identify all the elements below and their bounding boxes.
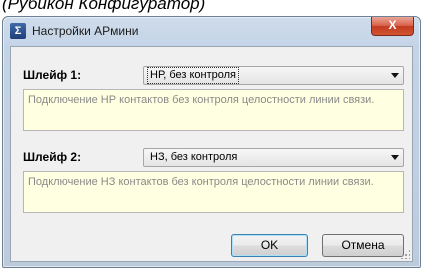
- loop1-selected-value: НР, без контроля: [146, 67, 240, 84]
- cancel-button[interactable]: Отмена: [322, 234, 404, 257]
- window-title: Настройки АРмини: [32, 24, 139, 38]
- loop1-label: Шлейф 1:: [23, 68, 82, 82]
- loop1-select[interactable]: НР, без контроля: [143, 66, 404, 85]
- loop2-description: Подключение НЗ контактов без контроля це…: [23, 171, 404, 213]
- loop1-description: Подключение НР контактов без контроля це…: [23, 89, 404, 131]
- loop2-selected-value: НЗ, без контроля: [150, 151, 238, 163]
- ok-button[interactable]: OK: [231, 234, 308, 257]
- chevron-down-icon: [391, 155, 399, 160]
- page-caption: (Рубикон Конфигуратор): [2, 0, 206, 13]
- close-button[interactable]: X: [371, 17, 414, 36]
- loop2-select[interactable]: НЗ, без контроля: [143, 148, 404, 167]
- dialog-body: Шлейф 1: НР, без контроля Подключение НР…: [10, 46, 413, 262]
- chevron-down-icon: [391, 73, 399, 78]
- settings-dialog: Σ Настройки АРмини X Шлейф 1: НР, без ко…: [2, 16, 421, 268]
- close-icon: X: [388, 18, 397, 32]
- title-bar[interactable]: Σ Настройки АРмини X: [3, 17, 420, 45]
- loop2-label: Шлейф 2:: [23, 150, 82, 164]
- app-icon: Σ: [10, 23, 26, 39]
